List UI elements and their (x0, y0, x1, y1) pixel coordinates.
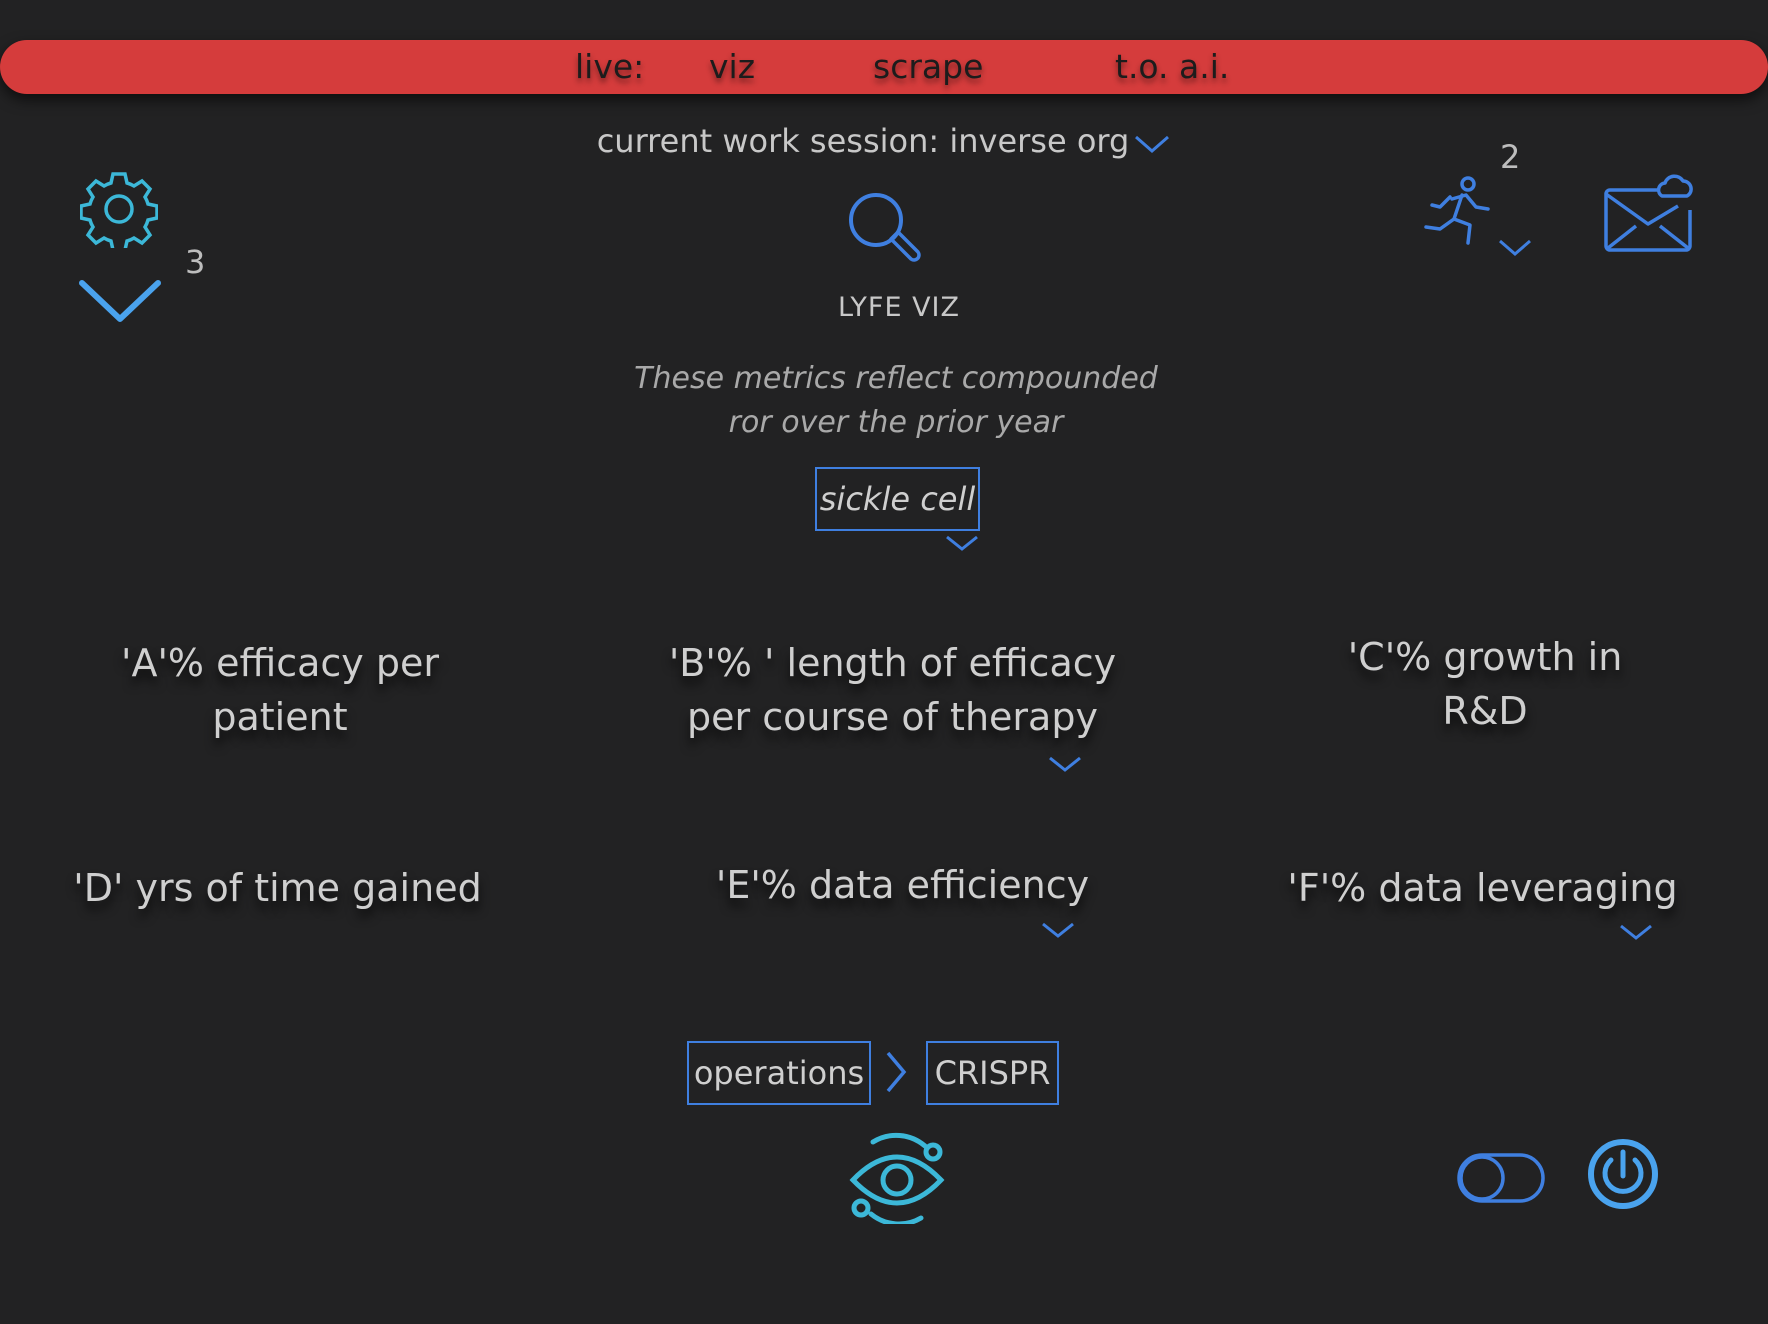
metric-e[interactable]: 'E'% data efficiency (680, 858, 1125, 912)
condition-select[interactable]: sickle cell (815, 467, 980, 531)
nav-link-scrape[interactable]: scrape (873, 47, 983, 86)
metrics-subtitle: These metrics reflect compounded ror ove… (590, 357, 1202, 445)
metric-f[interactable]: 'F'% data leveraging (1270, 861, 1695, 915)
subtitle-line-1: These metrics reflect compounded (634, 361, 1158, 396)
metric-a-line-2: patient (212, 695, 348, 739)
chevron-down-icon[interactable] (944, 533, 980, 553)
power-icon[interactable] (1587, 1138, 1659, 1210)
metric-c-line-2: R&D (1442, 689, 1528, 733)
left-count-badge: 3 (185, 243, 206, 281)
nav-link-viz[interactable]: viz (709, 47, 755, 86)
metric-b-line-1: 'B'% ' length of efficacy (668, 641, 1117, 685)
subtitle-line-2: ror over the prior year (728, 405, 1064, 440)
metric-a-line-1: 'A'% efficacy per (121, 641, 439, 685)
chevron-down-icon[interactable] (1618, 922, 1654, 942)
chevron-right-icon (884, 1050, 908, 1094)
breadcrumb-operations[interactable]: operations (687, 1041, 871, 1105)
runner-icon[interactable] (1422, 175, 1502, 247)
metric-b-line-2: per course of therapy (687, 695, 1098, 739)
app-title: LYFE VIZ (837, 292, 961, 323)
top-nav-bar: live: viz scrape t.o. a.i. (0, 40, 1768, 94)
toggle-icon[interactable] (1457, 1153, 1545, 1203)
right-count-badge: 2 (1500, 138, 1521, 176)
chevron-down-icon[interactable] (1040, 920, 1076, 940)
eye-icon[interactable] (845, 1130, 949, 1224)
gear-icon[interactable] (80, 170, 158, 248)
chevron-down-icon[interactable] (1133, 132, 1171, 154)
nav-link-toai[interactable]: t.o. a.i. (1115, 47, 1229, 86)
metric-b[interactable]: 'B'% ' length of efficacy per course of … (620, 636, 1165, 744)
chevron-down-icon[interactable] (1497, 236, 1533, 258)
metric-a[interactable]: 'A'% efficacy per patient (80, 636, 480, 744)
live-label: live: (575, 47, 645, 86)
breadcrumb-crispr[interactable]: CRISPR (926, 1041, 1059, 1105)
metric-c-line-1: 'C'% growth in (1347, 635, 1623, 679)
metric-c[interactable]: 'C'% growth in R&D (1310, 630, 1660, 738)
metric-d[interactable]: 'D' yrs of time gained (60, 861, 495, 915)
work-session-label: current work session: inverse org (596, 122, 1130, 160)
chevron-down-icon[interactable] (1047, 754, 1083, 774)
mail-cloud-icon[interactable] (1602, 172, 1694, 254)
search-icon[interactable] (846, 190, 922, 266)
